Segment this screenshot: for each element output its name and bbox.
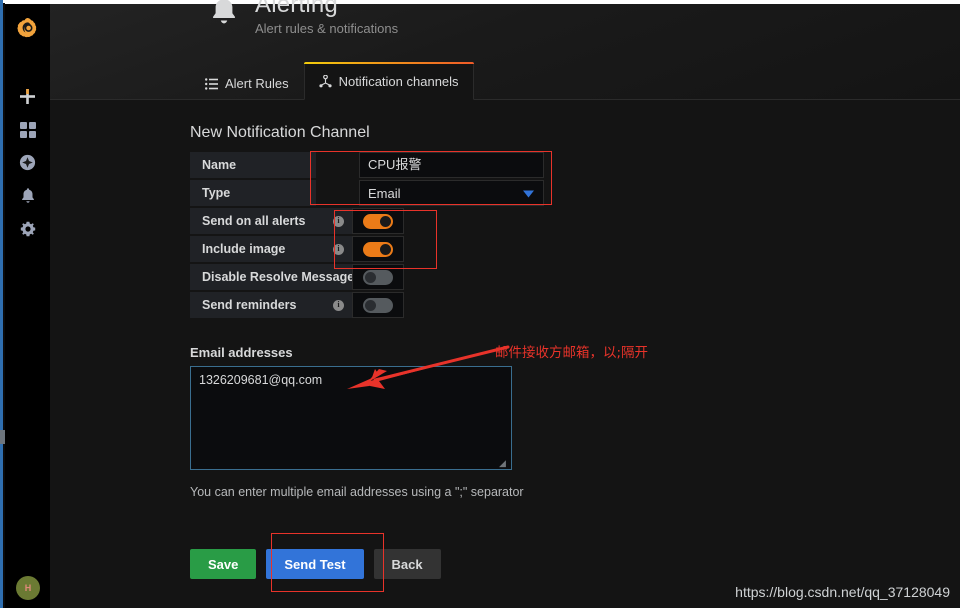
dashboards-grid-icon <box>19 121 36 138</box>
field-label: Include image i <box>190 236 352 262</box>
toggle-switch <box>363 297 393 313</box>
page-header-text: Alerting Alert rules & notifications <box>255 0 398 36</box>
sidebar-item-dashboards[interactable] <box>5 113 50 146</box>
toggle-switch <box>363 213 393 229</box>
tab-bar: Alert Rules Notification channels <box>190 61 474 100</box>
form-row-send-reminders: Send reminders i <box>190 292 544 318</box>
field-label: Send on all alerts i <box>190 208 352 234</box>
sidebar-item-create[interactable] <box>5 80 50 113</box>
tab-label: Alert Rules <box>225 76 289 91</box>
page-title: Alerting <box>255 0 338 18</box>
field-label: Name <box>190 152 316 178</box>
plus-icon <box>19 88 36 105</box>
share-nodes-icon <box>318 74 332 88</box>
gear-icon <box>20 221 36 237</box>
type-select-value: Email <box>368 185 401 201</box>
page-header-inner: Alerting Alert rules & notifications <box>205 0 398 36</box>
email-hint: You can enter multiple email addresses u… <box>190 485 524 499</box>
send-on-all-alerts-toggle[interactable] <box>352 208 404 234</box>
annotation-note: 邮件接收方邮箱，以;隔开 <box>495 345 649 361</box>
type-select[interactable]: Email <box>359 180 544 206</box>
name-input[interactable]: CPU报警 <box>359 152 544 178</box>
list-icon <box>205 77 218 90</box>
grafana-logo-icon[interactable] <box>14 14 42 42</box>
field-label: Type <box>190 180 316 206</box>
tab-notification-channels[interactable]: Notification channels <box>303 62 474 100</box>
bell-icon <box>20 187 36 204</box>
page-subtitle: Alert rules & notifications <box>255 21 399 36</box>
toggle-switch <box>363 269 393 285</box>
form-row-name: Name CPU报警 <box>190 152 544 178</box>
send-reminders-toggle[interactable] <box>352 292 404 318</box>
email-addresses-input[interactable] <box>190 366 512 470</box>
disable-resolve-message-toggle[interactable] <box>352 264 404 290</box>
form-row-send-on-all-alerts: Send on all alerts i <box>190 208 544 234</box>
chevron-down-icon <box>523 186 534 201</box>
tab-label: Notification channels <box>338 73 459 89</box>
tab-alert-rules[interactable]: Alert Rules <box>190 67 304 100</box>
form-row-type: Type Email <box>190 180 544 206</box>
info-icon[interactable]: i <box>333 243 344 255</box>
avatar[interactable]: H <box>15 576 40 600</box>
field-label: Disable Resolve Message <box>190 264 354 290</box>
info-icon[interactable]: i <box>333 299 344 311</box>
notification-channel-form: Name CPU报警 Type Email Send on all alerts… <box>190 152 544 320</box>
form-row-include-image: Include image i <box>190 236 544 262</box>
form-row-disable-resolve-message: Disable Resolve Message <box>190 264 544 290</box>
app-root: H Alerting Alert rules & notifications A… <box>0 0 960 608</box>
sidebar: H <box>5 4 50 608</box>
avatar-initials: H <box>24 583 31 593</box>
explore-compass-icon <box>19 154 36 171</box>
toggle-switch <box>363 241 393 257</box>
include-image-toggle[interactable] <box>352 236 404 262</box>
sidebar-item-configuration[interactable] <box>5 212 50 245</box>
form-actions: Save Send Test Back <box>190 549 441 579</box>
back-button[interactable]: Back <box>373 549 441 579</box>
page-header: Alerting Alert rules & notifications <box>50 0 960 100</box>
info-icon[interactable]: i <box>333 215 344 227</box>
field-label: Send reminders i <box>190 292 352 318</box>
email-addresses-label: Email addresses <box>190 345 293 360</box>
watermark: https://blog.csdn.net/qq_37128049 <box>735 584 950 600</box>
save-button[interactable]: Save <box>190 549 257 579</box>
bell-icon <box>205 0 243 32</box>
sidebar-item-explore[interactable] <box>5 146 50 179</box>
section-title: New Notification Channel <box>190 124 370 141</box>
sidebar-item-alerting[interactable] <box>5 179 50 212</box>
send-test-button[interactable]: Send Test <box>266 549 364 579</box>
